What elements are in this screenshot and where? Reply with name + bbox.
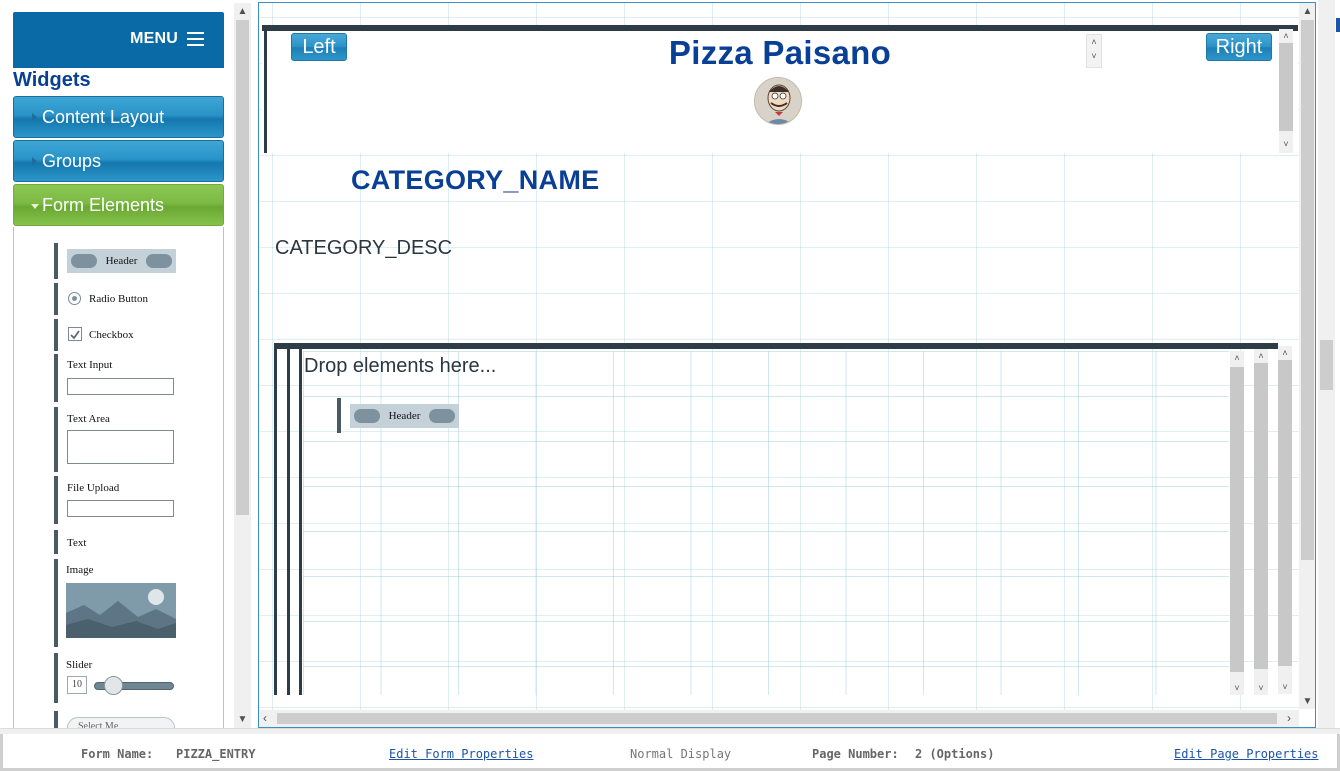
category-name: CATEGORY_NAME [351, 165, 600, 195]
page-header-section[interactable]: Left Pizza Paisano ˄ ˅ Right [262, 25, 1298, 153]
radio-icon [68, 292, 81, 305]
form-canvas: Left Pizza Paisano ˄ ˅ Right ˄ ˅ CATEGOR… [258, 2, 1316, 728]
scroll-right-icon[interactable]: › [1287, 710, 1291, 727]
select-preview: Select Me [67, 717, 175, 728]
widgets-heading: Widgets [13, 69, 91, 91]
chevron-right-icon [32, 113, 37, 121]
accordion-label: Form Elements [42, 195, 165, 215]
widget-checkbox[interactable]: Checkbox [54, 319, 179, 351]
canvas-hscrollbar[interactable]: ‹ › [259, 710, 1299, 727]
edge-marker [1336, 18, 1340, 32]
outer-scrollbar[interactable] [1318, 0, 1335, 728]
widget-text-input[interactable]: Text Input [54, 354, 179, 402]
widget-label: Slider [66, 659, 93, 671]
text-input-preview [67, 378, 174, 395]
widget-header[interactable]: Header [54, 243, 179, 279]
scroll-thumb[interactable] [1279, 43, 1293, 131]
accordion-label: Content Layout [42, 107, 165, 127]
sidebar-scrollbar[interactable]: ▲ ▼ [234, 3, 251, 728]
widget-slider[interactable]: Slider 10 [54, 653, 179, 703]
widget-select-menu[interactable]: Select Me [54, 711, 179, 728]
menu-label: MENU [130, 30, 178, 47]
scroll-down-icon[interactable]: ▼ [234, 711, 251, 728]
scroll-down-icon[interactable]: ˅ [1279, 137, 1293, 151]
edit-page-properties-link[interactable]: Edit Page Properties [1174, 747, 1319, 761]
scroll-up-icon[interactable]: ▲ [234, 3, 251, 20]
header-chip: Header [67, 249, 176, 273]
chevron-down-icon[interactable]: ˅ [1087, 49, 1101, 63]
form-elements-panel: Header Radio Button Checkbox Text Input … [13, 227, 224, 728]
slider-knob [104, 676, 123, 695]
scroll-thumb[interactable] [1278, 360, 1292, 666]
canvas-scrollbar[interactable]: ▲ ▼ [1299, 3, 1315, 710]
dropped-header-widget[interactable]: Header [337, 398, 461, 433]
scroll-up-icon[interactable]: ˄ [1230, 351, 1244, 365]
stepper-control[interactable]: ˄ ˅ [1086, 34, 1102, 68]
widget-label: Radio Button [89, 293, 148, 305]
chevron-up-icon[interactable]: ˄ [1087, 35, 1101, 49]
header-scrollbar[interactable]: ˄ ˅ [1279, 29, 1293, 153]
chevron-down-icon [31, 204, 39, 209]
form-name-value: PIZZA_ENTRY [176, 747, 256, 761]
scroll-up-icon[interactable]: ˄ [1278, 346, 1292, 360]
scroll-up-icon[interactable]: ˄ [1254, 349, 1268, 363]
display-mode: Normal Display [630, 747, 732, 761]
page-number-label: Page Number: [812, 747, 899, 761]
scroll-left-icon[interactable]: ‹ [263, 710, 267, 727]
form-builder-app: MENU Widgets Content Layout Groups Form … [0, 0, 1340, 771]
accordion-form-elements[interactable]: Form Elements [13, 184, 224, 226]
widget-label: Text Input [67, 359, 113, 371]
edit-form-properties-link[interactable]: Edit Form Properties [389, 747, 534, 761]
drop-scrollbar-2[interactable]: ˄ ˅ [1254, 349, 1268, 695]
widget-label: Image [66, 564, 94, 576]
accordion-label: Groups [42, 151, 102, 171]
widget-label: Text [67, 537, 87, 549]
accordion-groups[interactable]: Groups [13, 140, 224, 182]
scroll-thumb[interactable] [236, 20, 249, 515]
scroll-thumb[interactable] [277, 713, 1277, 724]
widget-label: Text Area [67, 413, 110, 425]
header-chip: Header [350, 404, 459, 428]
drop-scrollbar-3[interactable]: ˄ ˅ [1278, 346, 1292, 694]
widget-file-upload[interactable]: File Upload [54, 476, 179, 524]
scroll-thumb[interactable] [1230, 367, 1244, 672]
scroll-up-icon[interactable]: ˄ [1279, 29, 1293, 43]
widget-text-area[interactable]: Text Area [54, 407, 179, 472]
drop-prompt: Drop elements here... [304, 355, 497, 377]
widget-label: File Upload [67, 482, 120, 494]
drop-zone[interactable]: Drop elements here... Header ˄ ˅ ˄ ˅ [274, 343, 1278, 695]
page-number-value: 2 (Options) [915, 747, 995, 761]
chef-logo-icon [754, 77, 802, 125]
scroll-down-icon[interactable]: ▼ [1299, 693, 1315, 710]
widget-text[interactable]: Text [54, 530, 179, 554]
widget-label: Checkbox [89, 329, 134, 341]
accordion-content-layout[interactable]: Content Layout [13, 96, 224, 138]
scroll-thumb[interactable] [1254, 363, 1268, 669]
drop-scrollbar-1[interactable]: ˄ ˅ [1230, 351, 1244, 695]
landscape-icon [66, 583, 176, 638]
widget-radio-button[interactable]: Radio Button [54, 283, 179, 315]
category-description: CATEGORY_DESC [275, 237, 453, 259]
widget-image[interactable]: Image [54, 559, 179, 647]
scroll-thumb[interactable] [1320, 340, 1333, 390]
slider-value: 10 [67, 676, 87, 694]
scroll-up-icon[interactable]: ▲ [1299, 3, 1315, 20]
site-title: Pizza Paisano [668, 34, 892, 71]
hamburger-icon [187, 32, 204, 46]
scroll-down-icon[interactable]: ˅ [1278, 680, 1292, 694]
right-button[interactable]: Right [1206, 33, 1272, 61]
widget-sidebar: MENU Widgets Content Layout Groups Form … [0, 0, 234, 728]
text-area-preview [67, 430, 174, 464]
file-upload-preview [67, 500, 174, 517]
scroll-down-icon[interactable]: ˅ [1230, 681, 1244, 695]
form-name-label: Form Name: [81, 747, 154, 761]
scroll-thumb[interactable] [1301, 20, 1314, 560]
checkbox-icon [68, 327, 82, 341]
chevron-right-icon [32, 157, 37, 165]
status-bar: Form Name: PIZZA_ENTRY Edit Form Propert… [0, 734, 1340, 771]
menu-button[interactable]: MENU [13, 12, 224, 68]
scroll-down-icon[interactable]: ˅ [1254, 681, 1268, 695]
